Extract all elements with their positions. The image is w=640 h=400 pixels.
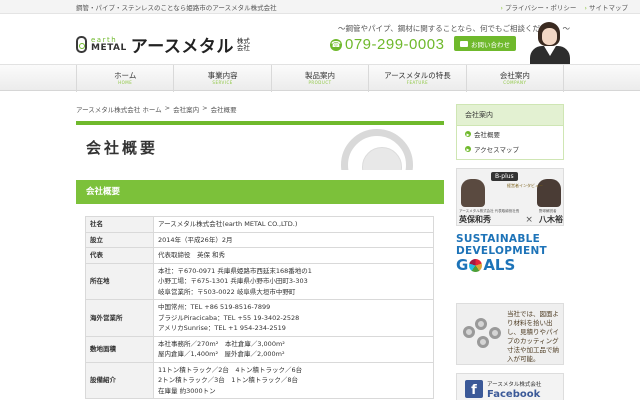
- logo-text-jp: アースメタル: [130, 37, 234, 57]
- mail-icon: [460, 40, 468, 47]
- bplus-subtitle: 経営者インタビュー: [507, 183, 543, 188]
- top-bar: 鋼管・パイプ・ステンレスのことなら姫路市のアースメタル株式会社 › プライバシー・…: [0, 0, 640, 14]
- logo-text-kabushiki: 株式会社: [236, 36, 250, 52]
- arrow-bullet-icon: ▶: [465, 131, 471, 137]
- bplus-interview-banner[interactable]: B-plus 経営者インタビュー アースメタル株式会社 代表取締役社長 英保和秀…: [456, 168, 564, 226]
- privacy-policy-link[interactable]: › プライバシー・ポリシー: [500, 2, 576, 12]
- row-label: 社名: [85, 216, 154, 233]
- sidebar-company-menu: 会社案内 ▶ 会社概要 ▶ アクセスマップ: [456, 104, 564, 160]
- arrow-bullet-icon: ▶: [465, 146, 471, 152]
- facebook-wordmark: Facebook: [487, 389, 541, 400]
- facebook-company-name: アースメタル株式会社: [487, 382, 542, 388]
- site-tagline: 鋼管・パイプ・ステンレスのことなら姫路市のアースメタル株式会社: [76, 4, 277, 12]
- row-label: 敷地面積: [85, 335, 154, 363]
- row-value: 本社：〒670-0971 兵庫県姫路市西延末168番地の1 小野工場：〒675-…: [153, 262, 434, 300]
- sidebar-item-company-profile[interactable]: ▶ 会社概要: [457, 126, 563, 141]
- cutting-service-text: 当社では、図面より材料を拾い出し、見積りやパイプのカッティング寸法や加工品で納入…: [507, 310, 559, 363]
- sdgs-wheel-icon: [469, 259, 483, 272]
- row-label: 所在地: [85, 262, 154, 300]
- nav-item-company[interactable]: 会社案内 COMPANY: [465, 65, 565, 92]
- contact-button[interactable]: お問い合わせ: [454, 36, 516, 51]
- row-value: 2014年（平成26年）2月: [153, 231, 434, 248]
- table-row: 代表 代表取締役 英保 和秀: [85, 247, 434, 264]
- section-heading: 会社概要: [76, 180, 444, 204]
- arrow-icon: ›: [500, 4, 504, 12]
- bplus-logo: B-plus: [491, 172, 518, 181]
- table-row: 所在地 本社：〒670-0971 兵庫県姫路市西延末168番地の1 小野工場：〒…: [85, 262, 434, 300]
- breadcrumb: アースメタル株式会社 ホーム > 会社案内 > 会社概要: [76, 104, 237, 114]
- right-person-name: 八木裕: [539, 214, 563, 224]
- breadcrumb-separator: >: [164, 104, 171, 112]
- row-value: 代表取締役 英保 和秀: [153, 247, 434, 264]
- facebook-banner[interactable]: f アースメタル株式会社 Facebook: [456, 373, 564, 400]
- facebook-icon: f: [465, 380, 483, 398]
- sdgs-banner[interactable]: SUSTAINABLE DEVELOPMENT G ALS: [456, 233, 564, 295]
- page-title: 会社概要: [86, 139, 159, 157]
- pipes-image: [463, 318, 503, 354]
- nav-item-feature[interactable]: アースメタルの特長 FEATURE: [368, 65, 465, 92]
- row-value: アースメタル株式会社(earth METAL CO.,LTD.): [153, 216, 434, 233]
- page-title-area: 会社概要: [76, 125, 444, 170]
- table-row: 設備紹介 11トン積トラック／2台 4トン積トラック／6台 2トン積トラック／3…: [85, 361, 434, 399]
- left-person-name: 英保和秀: [459, 214, 491, 224]
- cutting-service-banner[interactable]: 当社では、図面より材料を拾い出し、見積りやパイプのカッティング寸法や加工品で納入…: [456, 303, 564, 365]
- breadcrumb-home-link[interactable]: アースメタル株式会社 ホーム: [76, 104, 162, 114]
- row-label: 設立: [85, 231, 154, 248]
- row-value: 11トン積トラック／2台 4トン積トラック／6台 2トン積トラック／3台 1トン…: [153, 361, 434, 399]
- sdgs-goals: G ALS: [456, 256, 516, 274]
- row-label: 設備紹介: [85, 361, 154, 399]
- row-label: 代表: [85, 247, 154, 264]
- row-value: 本社事務所／270m² 本社倉庫／3,000m² 屋内倉庫／1,400m² 屋外…: [153, 335, 434, 363]
- table-row: 社名 アースメタル株式会社(earth METAL CO.,LTD.): [85, 216, 434, 233]
- sidebar-item-access-map[interactable]: ▶ アクセスマップ: [457, 141, 563, 156]
- row-value: 中国常州：TEL +86 519-8516-7899 ブラジルPiracicab…: [153, 299, 434, 337]
- row-label: 海外営業所: [85, 299, 154, 337]
- company-profile-table: 社名 アースメタル株式会社(earth METAL CO.,LTD.) 設立 2…: [85, 216, 434, 399]
- logo-text-metal: METAL: [91, 42, 127, 53]
- sitemap-link[interactable]: › サイトマップ: [584, 2, 628, 12]
- breadcrumb-current: 会社概要: [210, 106, 237, 114]
- arrow-icon: ›: [584, 4, 587, 12]
- person-photo: [461, 179, 485, 207]
- phone-icon: ☎: [330, 38, 342, 51]
- sdgs-line-sustainable: SUSTAINABLE: [456, 233, 541, 245]
- sidebar-title: 会社案内: [457, 105, 563, 126]
- table-row: 海外営業所 中国常州：TEL +86 519-8516-7899 ブラジルPir…: [85, 299, 434, 337]
- breadcrumb-company-link[interactable]: 会社案内: [173, 104, 199, 114]
- operator-photo: [520, 14, 580, 64]
- cross-symbol: ×: [525, 215, 533, 225]
- global-nav: ホーム HOME 事業内容 SERVICE 製品案内 PRODUCT アースメタルの特…: [0, 64, 640, 92]
- utility-links: › プライバシー・ポリシー › サイトマップ: [500, 2, 628, 12]
- breadcrumb-separator: >: [202, 104, 208, 112]
- logo-mark-icon: [76, 36, 87, 53]
- phone-number[interactable]: ☎ 079-299-0003: [330, 36, 444, 53]
- table-row: 敷地面積 本社事務所／270m² 本社倉庫／3,000m² 屋内倉庫／1,400…: [85, 335, 434, 363]
- nav-item-service[interactable]: 事業内容 SERVICE: [173, 65, 270, 92]
- table-row: 設立 2014年（平成26年）2月: [85, 231, 434, 248]
- nav-item-home[interactable]: ホーム HOME: [76, 65, 173, 92]
- nav-item-product[interactable]: 製品案内 PRODUCT: [270, 65, 368, 92]
- site-logo[interactable]: earth METAL アースメタル 株式会社: [76, 32, 251, 57]
